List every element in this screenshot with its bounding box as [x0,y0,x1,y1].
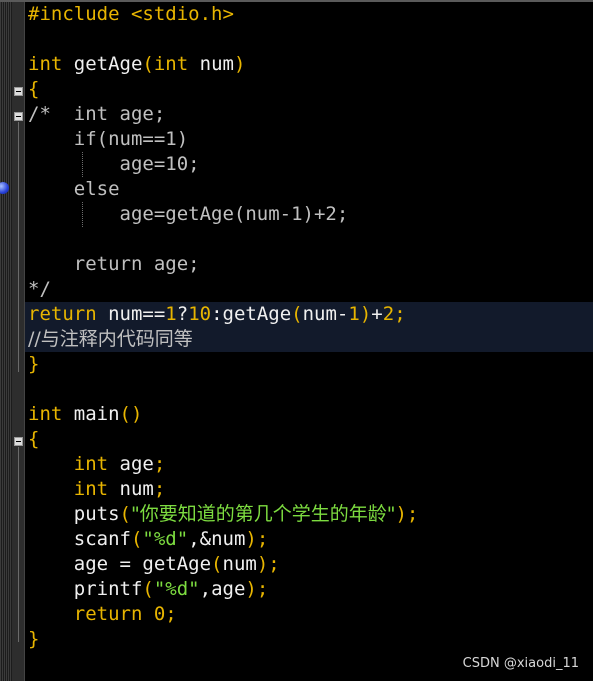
code-line-9: age=getAge(num-1)+2; [25,202,593,227]
expression: num== [96,303,166,325]
number: 1 [348,303,360,325]
paren: ( [142,578,154,600]
keyword: int [73,453,109,475]
argument: ,age [199,578,246,600]
keyword: return [28,303,97,325]
argument: num [222,553,257,575]
expression: num- [302,303,349,325]
variable-name: age [108,453,154,475]
paren: ( [119,503,131,525]
code-line-25: return 0; [25,602,593,627]
code-line-6: if(num==1) [25,127,593,152]
expression: :getAge [211,303,292,325]
paren: ); [245,528,269,550]
semicolon: ; [165,603,177,625]
comment-text: else [28,178,120,200]
fold-guide-line [18,447,19,642]
number: 10 [188,303,212,325]
semicolon: ; [153,478,166,500]
paren: ( [130,528,143,550]
param-name: num [188,53,234,75]
paren: () [119,403,143,425]
code-line-8: else [25,177,593,202]
keyword: int [28,403,63,425]
fold-toggle-icon[interactable] [14,437,23,446]
code-line-11: return age; [25,252,593,277]
indent-guide [82,202,83,227]
comment-text: */ [28,278,51,300]
code-line-5: /* int age; [25,102,593,127]
paren: ( [211,553,223,575]
function-call: scanf [73,528,131,550]
fold-margin [12,2,25,681]
operator: ? [176,303,189,325]
code-line-18: { [25,427,593,452]
paren: ( [291,303,303,325]
assignment: age = getAge [73,553,212,575]
fold-guide-line [18,122,19,372]
open-brace: { [28,428,40,450]
semicolon: ; [153,453,166,475]
code-line-24: printf("%d",age); [25,577,593,602]
function-name: main [62,403,120,425]
comment-text: //与注释内代码同等 [28,328,193,350]
number: 1 [165,303,177,325]
string-literal: "你要知道的第几个学生的年龄" [130,503,396,525]
close-brace: } [28,628,40,650]
code-line-21: puts("你要知道的第几个学生的年龄"); [25,502,593,527]
operator: + [371,303,383,325]
comment-text: age=getAge(num-1)+2; [28,203,349,225]
paren: ); [245,578,269,600]
selection-margin[interactable] [0,2,12,681]
number: 2 [382,303,395,325]
close-brace: } [28,353,40,375]
number: 0 [142,603,166,625]
code-line-4: { [25,77,593,102]
open-brace: { [28,78,40,100]
paren: ); [256,553,280,575]
paren: ) [233,53,246,75]
code-line-23: age = getAge(num); [25,552,593,577]
comment-text: if(num==1) [28,128,189,150]
code-line-14: //与注释内代码同等 [25,327,593,352]
fold-toggle-icon[interactable] [14,87,23,96]
code-line-13: return num==1?10:getAge(num-1)+2; [25,302,593,327]
code-line-17: int main() [25,402,593,427]
keyword: int [28,53,63,75]
code-line-15: } [25,352,593,377]
comment-text: return age; [28,253,200,275]
paren: ); [395,503,419,525]
watermark: CSDN @xiaodi_11 [462,656,579,671]
code-line-19: int age; [25,452,593,477]
string-literal: "%d" [153,578,200,600]
code-line-12: */ [25,277,593,302]
semicolon: ; [394,303,406,325]
argument: ,&num [188,528,246,550]
paren: ) [359,303,372,325]
keyword: return [73,603,143,625]
code-line-20: int num; [25,477,593,502]
function-call: printf [73,578,143,600]
keyword: int [153,53,189,75]
string-literal: "%d" [142,528,189,550]
variable-name: num [108,478,154,500]
keyword: int [73,478,109,500]
paren: ( [142,53,154,75]
comment-text: /* int age; [28,103,166,125]
fold-toggle-icon[interactable] [14,112,23,121]
function-name: getAge [62,53,143,75]
indent-guide [82,152,83,177]
comment-text: age=10; [28,153,200,175]
code-line-3: int getAge(int num) [25,52,593,77]
function-call: puts [73,503,120,525]
code-line-7: age=10; [25,152,593,177]
code-editor[interactable]: #include <stdio.h> int getAge(int num) {… [25,2,593,681]
code-line-22: scanf("%d",&num); [25,527,593,552]
code-line-1: #include <stdio.h> [25,2,593,27]
code-line-26: } [25,627,593,652]
preprocessor-directive: #include <stdio.h> [28,3,234,25]
